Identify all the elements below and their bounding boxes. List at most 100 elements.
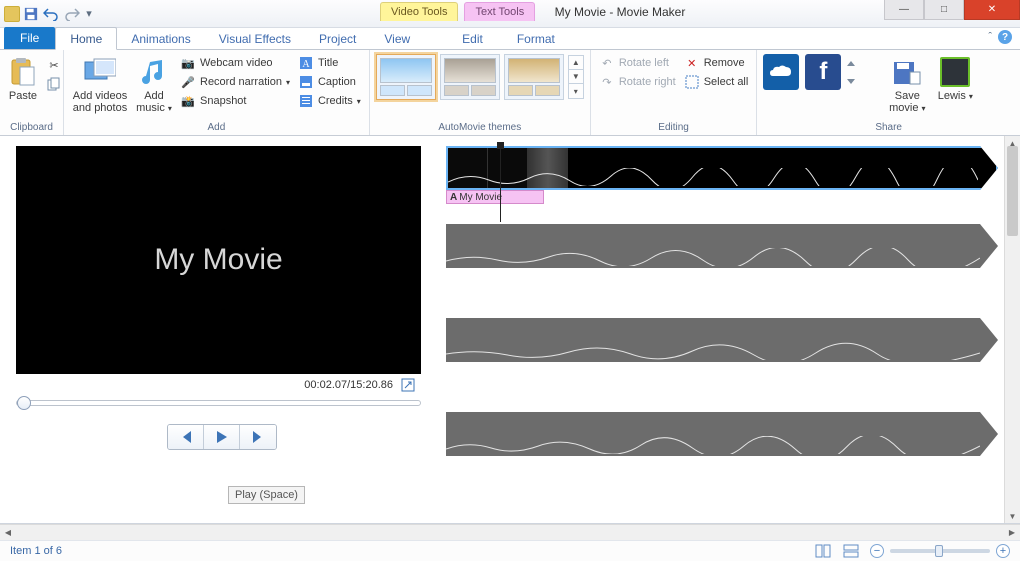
svg-text:A: A (302, 59, 310, 70)
timeline-row-4[interactable] (446, 412, 998, 470)
theme-scroll[interactable]: ▲▼▾ (568, 55, 584, 99)
timeline-row-1[interactable]: A My Movie (446, 146, 998, 204)
save-icon[interactable] (23, 6, 39, 22)
title-icon: A (298, 55, 314, 71)
webcam-icon: 📷 (180, 55, 196, 71)
credits-icon (298, 93, 314, 109)
ribbon: Paste ✂ Clipboard Add videos and photos … (0, 50, 1020, 136)
timeline-pane: A My Movie ▲▼ (440, 136, 1020, 523)
context-tab-text[interactable]: Text Tools (464, 2, 535, 21)
group-add: Add videos and photos Add music ▾ 📷Webca… (64, 50, 370, 135)
tab-file[interactable]: File (4, 27, 55, 49)
tab-visual-effects[interactable]: Visual Effects (205, 28, 305, 49)
window-title: My Movie - Movie Maker (555, 0, 686, 19)
add-music-button[interactable]: Add music ▾ (134, 54, 174, 115)
zoom-slider[interactable] (890, 549, 990, 553)
tab-home[interactable]: Home (55, 27, 117, 50)
play-button[interactable] (204, 425, 240, 449)
theme-down-icon[interactable]: ▼ (569, 70, 583, 84)
snapshot-button[interactable]: 📸Snapshot (178, 92, 292, 110)
transport-controls (16, 424, 428, 450)
paste-button[interactable]: Paste (6, 54, 40, 102)
onedrive-icon[interactable] (763, 54, 799, 90)
theme-up-icon[interactable]: ▲ (569, 56, 583, 70)
close-button[interactable]: ✕ (964, 0, 1020, 20)
select-all-button[interactable]: Select all (682, 73, 751, 91)
theme-thumb-1[interactable] (376, 54, 436, 100)
cut-button[interactable]: ✂ (44, 56, 64, 74)
scissors-icon: ✂ (46, 57, 62, 73)
view-mode-2-icon[interactable] (842, 543, 860, 559)
next-frame-button[interactable] (240, 425, 276, 449)
quick-access-toolbar: ▾ (0, 6, 98, 22)
contextual-tabs: Video Tools Text Tools (380, 2, 535, 21)
copy-button[interactable] (44, 75, 64, 93)
app-icon (4, 6, 20, 22)
view-mode-1-icon[interactable] (814, 543, 832, 559)
remove-button[interactable]: ✕Remove (682, 54, 751, 72)
preview-pane: My Movie 00:02.07/15:20.86 Play (Space) (0, 136, 440, 523)
theme-thumb-3[interactable] (504, 54, 564, 100)
snapshot-icon: 📸 (180, 93, 196, 109)
mic-icon: 🎤 (180, 74, 196, 90)
workspace: My Movie 00:02.07/15:20.86 Play (Space) … (0, 136, 1020, 524)
titlebar: ▾ Video Tools Text Tools My Movie - Movi… (0, 0, 1020, 28)
share-more[interactable] (847, 54, 859, 90)
ribbon-help-area: ˆ ? (988, 30, 1012, 44)
prev-frame-button[interactable] (168, 425, 204, 449)
ribbon-tabs: File Home Animations Visual Effects Proj… (0, 28, 1020, 50)
title-clip[interactable]: A My Movie (446, 190, 544, 204)
context-tab-video[interactable]: Video Tools (380, 2, 458, 21)
horizontal-scrollbar[interactable]: ◀▶ (0, 524, 1020, 540)
group-share: f Save movie ▾ Lewis ▾ Share (757, 50, 1020, 135)
rotate-left-button[interactable]: ↶Rotate left (597, 54, 678, 72)
group-clipboard: Paste ✂ Clipboard (0, 50, 64, 135)
maximize-button[interactable]: □ (924, 0, 964, 20)
rotate-right-button[interactable]: ↷Rotate right (597, 73, 678, 91)
zoom-control: − + (870, 544, 1010, 558)
tab-view[interactable]: View (370, 28, 424, 49)
time-display: 00:02.07/15:20.86 (304, 379, 393, 391)
status-item-count: Item 1 of 6 (10, 545, 62, 557)
zoom-out-button[interactable]: − (870, 544, 884, 558)
add-videos-photos-button[interactable]: Add videos and photos (70, 54, 130, 114)
collapse-ribbon-icon[interactable]: ˆ (988, 31, 992, 43)
facebook-icon[interactable]: f (805, 54, 841, 90)
caption-icon (298, 74, 314, 90)
help-icon[interactable]: ? (998, 30, 1012, 44)
theme-thumb-2[interactable] (440, 54, 500, 100)
credits-button[interactable]: Credits ▾ (296, 92, 363, 110)
redo-icon[interactable] (63, 6, 81, 22)
avatar-icon (940, 57, 970, 87)
select-all-icon (684, 74, 700, 90)
tab-project[interactable]: Project (305, 28, 370, 49)
window-controls: — □ ✕ (884, 0, 1020, 20)
title-button[interactable]: ATitle (296, 54, 363, 72)
group-themes: ▲▼▾ AutoMovie themes (370, 50, 591, 135)
rotate-left-icon: ↶ (599, 55, 615, 71)
timeline-vscroll[interactable]: ▲▼ (1004, 136, 1020, 523)
qat-customize-icon[interactable]: ▾ (84, 6, 94, 22)
copy-icon (46, 76, 62, 92)
status-bar: Item 1 of 6 − + (0, 540, 1020, 561)
fullscreen-icon[interactable] (401, 378, 415, 392)
undo-icon[interactable] (42, 6, 60, 22)
user-account-button[interactable]: Lewis ▾ (935, 54, 975, 103)
remove-icon: ✕ (684, 55, 700, 71)
minimize-button[interactable]: — (884, 0, 924, 20)
group-editing: ↶Rotate left ↷Rotate right ✕Remove Selec… (591, 50, 758, 135)
record-narration-button[interactable]: 🎤Record narration ▾ (178, 73, 292, 91)
caption-button[interactable]: Caption (296, 73, 363, 91)
tab-animations[interactable]: Animations (117, 28, 204, 49)
seek-bar[interactable] (16, 400, 421, 406)
save-movie-button[interactable]: Save movie ▾ (885, 54, 929, 115)
rotate-right-icon: ↷ (599, 74, 615, 90)
tab-format[interactable]: Format (503, 28, 569, 49)
tab-edit[interactable]: Edit (448, 28, 497, 49)
theme-more-icon[interactable]: ▾ (569, 84, 583, 98)
webcam-video-button[interactable]: 📷Webcam video (178, 54, 292, 72)
timeline-row-3[interactable] (446, 318, 998, 376)
timeline-row-2[interactable] (446, 224, 998, 282)
zoom-in-button[interactable]: + (996, 544, 1010, 558)
seek-thumb[interactable] (17, 396, 31, 410)
